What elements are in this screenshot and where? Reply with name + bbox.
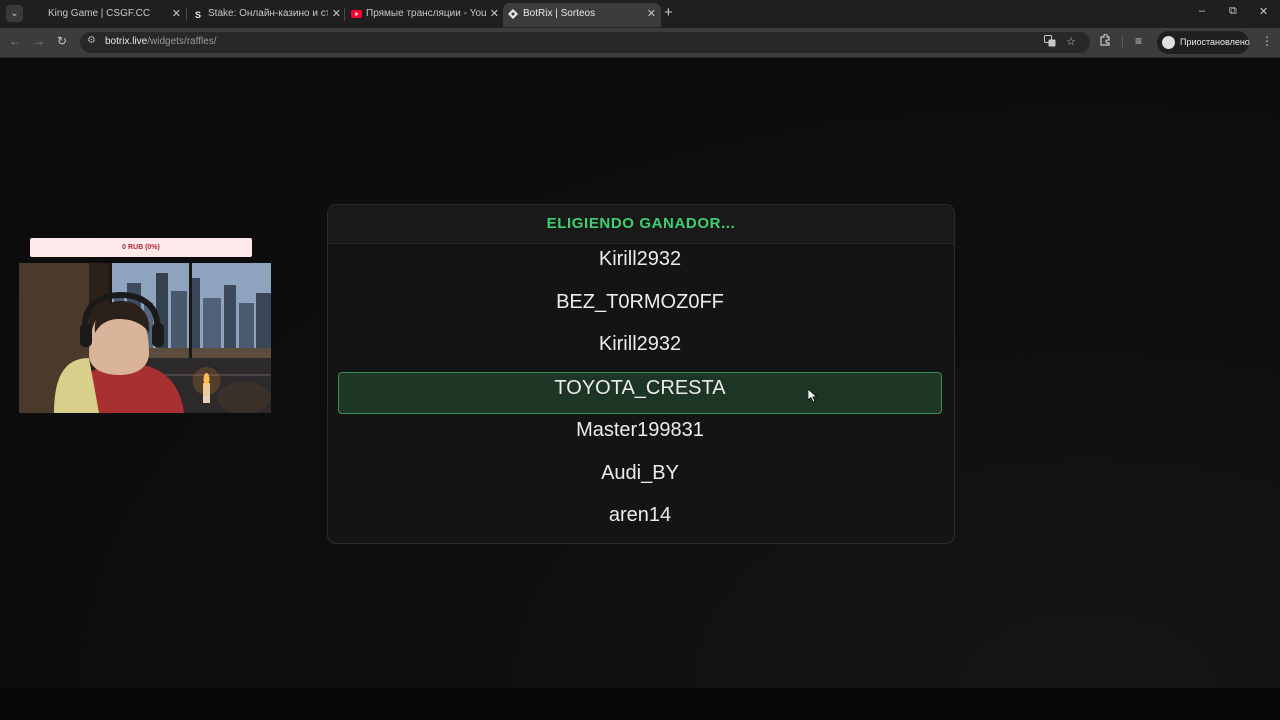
profile-avatar [1162,36,1175,49]
tab-youtube[interactable]: Прямые трансляции - YouTube ✕ [346,3,504,27]
raffle-entry: BEZ_T0RMOZ0FF [556,291,724,313]
translate-icon[interactable] [1044,35,1056,50]
restore-icon[interactable]: ⧉ [1229,5,1237,18]
minimize-icon[interactable]: – [1199,5,1205,17]
tab-search-chevron-icon[interactable]: ⌄ [6,5,23,22]
tab-strip: ⌄ King Game | CSGF.CC ✕ S Stake: Онлайн-… [0,0,1280,28]
youtube-favicon-icon [350,9,362,21]
back-arrow-icon[interactable]: ← [9,34,21,48]
page-bottom-band [0,688,1280,720]
site-info-tune-icon[interactable]: ⚙ [87,35,96,46]
tab-title: BotRix | Sorteos [523,8,596,19]
tab-botrix[interactable]: BotRix | Sorteos ✕ [503,3,661,27]
toolbar-divider [1122,35,1123,48]
raffle-entry: aren14 [608,504,672,526]
bookmark-star-icon[interactable]: ☆ [1066,35,1076,48]
tab-close-icon[interactable]: ✕ [172,3,181,25]
url-text[interactable]: botrix.live/widgets/raffles/ [105,36,217,47]
url-host: botrix.live [105,36,148,47]
mouse-cursor-icon [807,388,818,408]
raffle-entry: Audi_BY [601,462,679,484]
raffle-widget: ELIGIENDO GANADOR... Kirill2932 BEZ_T0RM… [327,204,955,544]
tab-divider [344,8,345,21]
tab-close-icon[interactable]: ✕ [332,3,341,25]
stake-favicon-icon: S [194,10,201,20]
tab-close-icon[interactable]: ✕ [647,3,656,25]
browser-toolbar: ← → ↻ ⚙ botrix.live/widgets/raffles/ ☆ ≡… [0,28,1280,58]
url-path: /widgets/raffles/ [147,36,217,47]
tab-title: Прямые трансляции - YouTube [366,8,486,19]
raffle-entry: Kirill2932 [598,333,682,355]
progress-text: 0 RUB (0%) [122,244,160,251]
profile-button[interactable]: Приостановлено [1157,31,1250,54]
media-controls-icon[interactable]: ≡ [1135,34,1142,48]
raffle-entry: Kirill2932 [598,248,682,270]
more-menu-icon[interactable]: ⋮ [1261,34,1273,48]
webcam-feed-image [19,263,271,413]
tab-close-icon[interactable]: ✕ [490,3,499,25]
forward-arrow-icon[interactable]: → [33,34,45,48]
raffle-entry: Master199831 [576,419,704,441]
page-viewport: 0 RUB (0%) ELIGIENDO GANADOR... Kirill29… [0,58,1280,720]
donation-goal-progress-bar: 0 RUB (0%) [30,238,252,257]
tab-stake[interactable]: S Stake: Онлайн-казино и ставки ✕ [188,3,346,27]
tab-king-game[interactable]: King Game | CSGF.CC ✕ [28,3,186,27]
window-close-icon[interactable]: ✕ [1259,5,1268,18]
extensions-puzzle-icon[interactable] [1099,33,1111,49]
tab-title: Stake: Онлайн-казино и ставки [208,8,328,19]
tab-title: King Game | CSGF.CC [48,8,151,19]
new-tab-plus-icon[interactable]: + [664,4,673,21]
address-bar[interactable]: ⚙ botrix.live/widgets/raffles/ ☆ [80,32,1090,53]
reload-icon[interactable]: ↻ [57,34,67,48]
raffle-entry-highlighted: TOYOTA_CRESTA [338,372,942,414]
profile-status-label: Приостановлено [1180,37,1250,47]
tab-divider [186,8,187,21]
botrix-favicon-icon [507,9,519,21]
